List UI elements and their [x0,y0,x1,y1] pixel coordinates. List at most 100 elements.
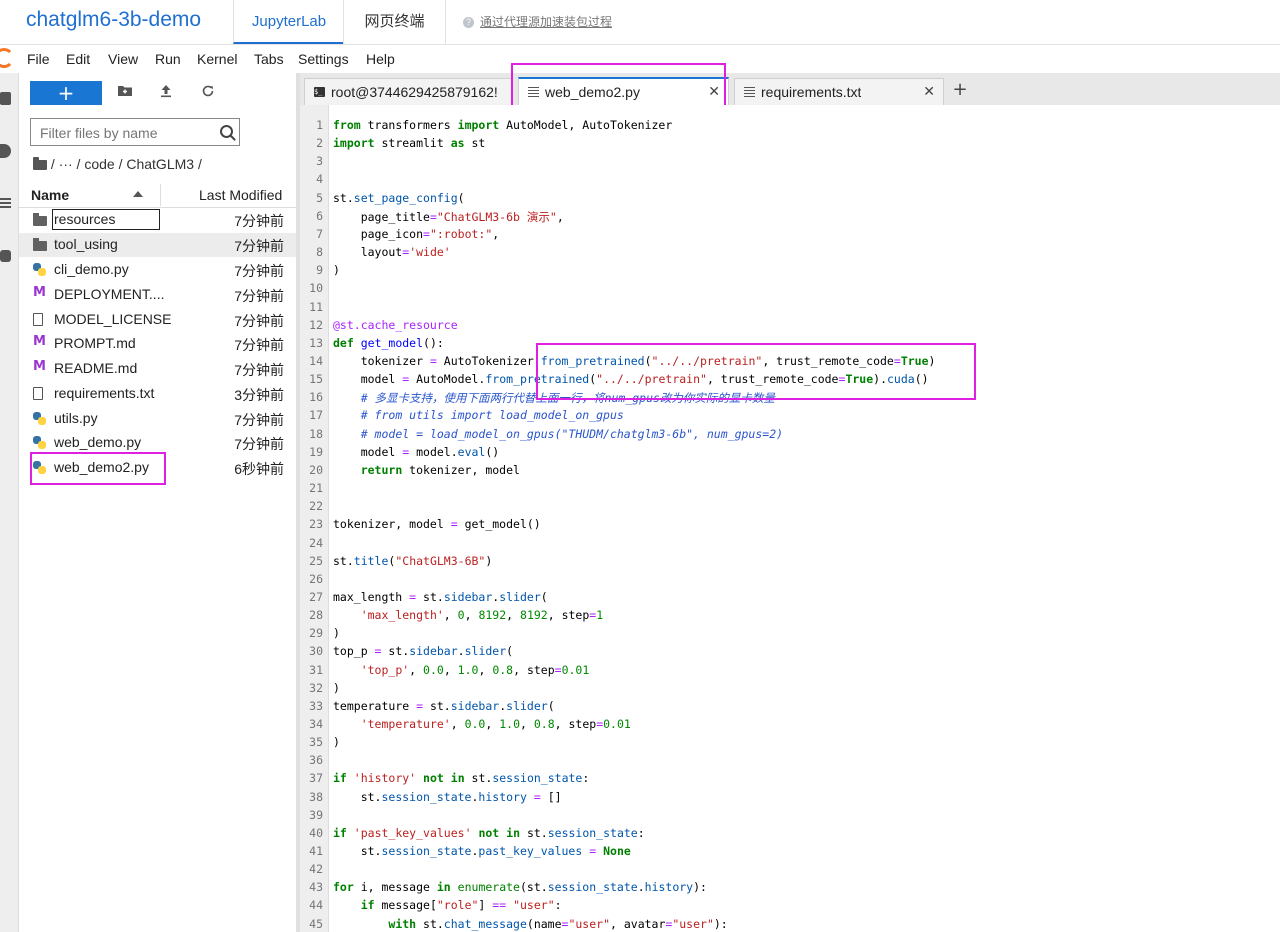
code-line: return tokenizer, model [360,462,520,477]
file-modified: 7分钟前 [234,362,284,378]
column-divider[interactable] [160,184,161,206]
code-line: top_p = st.sidebar.slider( [333,644,514,659]
line-number: 23 [309,517,323,532]
code-line: page_icon=":robot:", [333,226,500,241]
code-line: page_title="ChatGLM3-6b 演示", [333,209,564,224]
file-modified: 7分钟前 [234,263,284,279]
line-number: 2 [316,136,323,151]
tab-requirements[interactable]: requirements.txt ✕ [734,78,944,105]
line-number: 37 [309,771,323,786]
file-row-model-license[interactable]: MODEL_LICENSE 7分钟前 [19,308,296,332]
file-row-deployment[interactable]: M DEPLOYMENT.... 7分钟前 [19,283,296,307]
rename-input-outline[interactable] [52,209,160,230]
code-line: ) [333,626,340,641]
new-launcher-button[interactable]: + [30,81,102,105]
file-name: utils.py [54,410,98,426]
file-row-tool-using[interactable]: tool_using 7分钟前 [19,233,296,257]
line-number: 18 [309,426,323,441]
menu-view[interactable]: View [108,51,138,67]
tab-web-terminal[interactable]: 网页终端 [343,0,446,44]
code-line: def get_model(): [333,335,444,350]
code-line: # model = load_model_on_gpus("THUDM/chat… [360,426,784,441]
line-number: 7 [316,226,323,241]
code-line: ) [333,263,340,278]
line-number: 39 [309,807,323,822]
code-line: st.session_state.past_key_values = None [333,844,631,858]
column-modified-header[interactable]: Last Modified [199,187,282,203]
file-modified: 7分钟前 [234,313,284,329]
proxy-help-link[interactable]: ? 通过代理源加速装包过程 [463,13,612,30]
file-row-prompt[interactable]: M PROMPT.md 7分钟前 [19,332,296,356]
line-number: 22 [309,499,323,514]
menu-run[interactable]: Run [155,51,181,67]
line-number: 14 [309,353,323,368]
refresh-icon[interactable] [198,84,218,102]
file-row-utils[interactable]: utils.py 7分钟前 [19,407,296,431]
menu-help[interactable]: Help [366,51,395,67]
file-name: web_demo.py [54,434,142,450]
add-tab-button[interactable]: + [949,80,971,102]
code-line: ) [333,680,340,695]
line-number: 15 [309,372,323,387]
file-modified: 7分钟前 [234,238,284,254]
file-row-readme[interactable]: M README.md 7分钟前 [19,357,296,381]
folder-icon [33,213,47,226]
line-number: 10 [309,281,323,296]
file-name: tool_using [54,236,118,252]
code-line: model = model.eval() [333,444,500,459]
line-number: 5 [316,190,323,205]
line-number: 16 [309,390,323,405]
code-line: tokenizer, model = get_model() [333,517,541,532]
breadcrumb-path: / ··· / code / ChatGLM3 / [50,156,202,172]
line-number: 36 [309,753,323,768]
code-line: 'max_length', 0, 8192, 8192, step=1 [360,608,604,622]
code-line: ) [333,735,340,750]
file-name: PROMPT.md [54,335,136,351]
menu-edit[interactable]: Edit [66,51,90,67]
table-of-contents-icon[interactable] [0,198,11,208]
line-number: 29 [309,626,323,641]
file-row-requirements[interactable]: requirements.txt 3分钟前 [19,382,296,406]
python-file-icon [33,412,46,425]
file-row-cli-demo[interactable]: cli_demo.py 7分钟前 [19,258,296,282]
column-name-header[interactable]: Name [31,187,69,203]
new-folder-icon[interactable] [115,84,135,102]
file-filter-input[interactable] [31,119,222,147]
code-line: st.set_page_config( [333,190,465,205]
tab-jupyterlab[interactable]: JupyterLab [233,0,344,44]
menu-tabs[interactable]: Tabs [254,51,284,67]
proxy-link-label: 通过代理源加速装包过程 [480,15,613,29]
line-number: 21 [309,481,323,495]
line-number: 24 [309,535,323,550]
file-name: requirements.txt [54,385,155,401]
line-number: 43 [309,880,323,895]
highlight-web-demo2-file [30,452,166,485]
code-line: for i, message in enumerate(st.session_s… [333,880,707,895]
line-number: 32 [309,680,323,695]
code-line: if 'past_key_values' not in st.session_s… [333,825,645,840]
menu-settings[interactable]: Settings [298,51,349,67]
line-number: 19 [309,444,323,459]
close-icon[interactable]: ✕ [923,84,935,100]
line-number: 1 [316,118,323,132]
python-file-icon [33,436,46,449]
menu-file[interactable]: File [27,51,50,67]
extension-manager-icon[interactable] [0,250,11,262]
code-line: from transformers import AutoModel, Auto… [333,118,673,132]
python-file-icon [33,263,46,276]
tab-terminal-session[interactable]: $_ root@3744629425879162! [304,78,513,105]
code-line: layout='wide' [333,245,451,259]
line-number: 25 [309,553,323,568]
tab-label: requirements.txt [761,84,862,100]
line-number: 12 [309,317,323,332]
file-modified: 7分钟前 [234,436,284,452]
text-file-icon [33,313,43,326]
upload-icon[interactable] [156,84,176,102]
file-modified: 7分钟前 [234,288,284,304]
file-browser-icon[interactable] [0,92,11,105]
file-name: DEPLOYMENT.... [54,286,165,302]
line-number: 31 [309,662,323,677]
breadcrumb[interactable]: / ··· / code / ChatGLM3 / [33,156,202,172]
menu-kernel[interactable]: Kernel [197,51,237,67]
folder-icon [33,238,47,251]
